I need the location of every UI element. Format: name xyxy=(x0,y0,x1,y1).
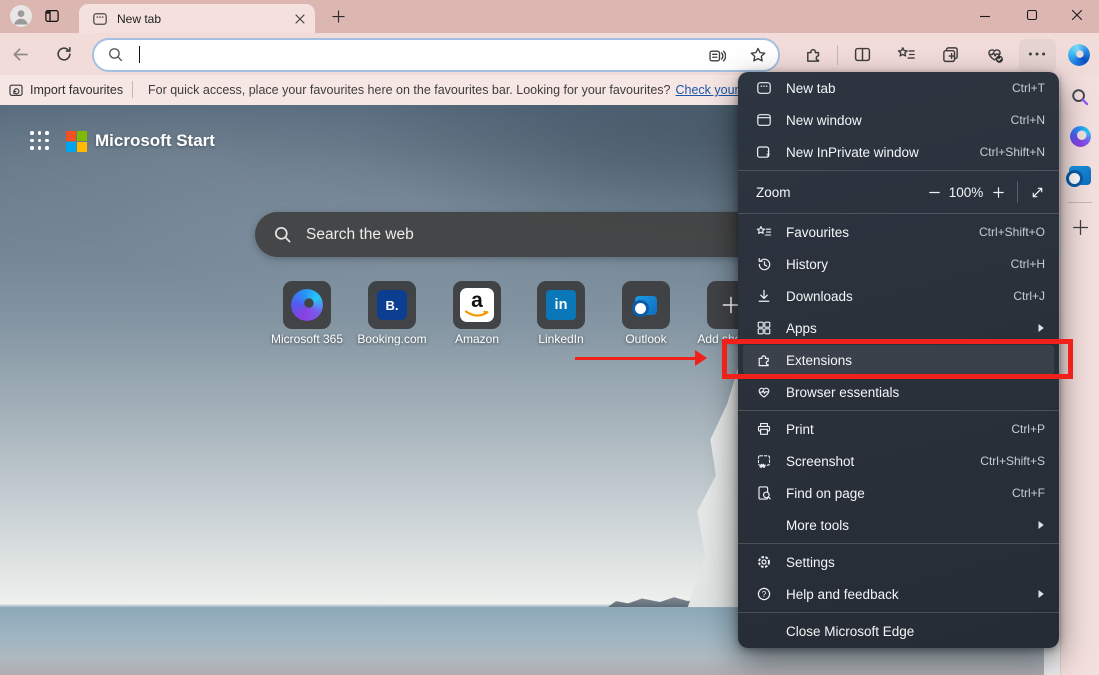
new-tab-page-icon xyxy=(92,11,108,27)
shortcut-tile-microsoft-365[interactable] xyxy=(283,281,331,329)
amazon-icon: a xyxy=(460,288,494,322)
shortcut-tile-linkedin[interactable]: in xyxy=(537,281,585,329)
split-screen-icon[interactable] xyxy=(853,45,872,64)
menu-item-new-window[interactable]: New window Ctrl+N xyxy=(738,104,1059,136)
menu-item-history[interactable]: History Ctrl+H xyxy=(738,248,1059,280)
microsoft-365-icon xyxy=(291,289,323,321)
import-favourites-button[interactable]: Import favourites xyxy=(30,83,123,97)
import-favourites-icon xyxy=(8,82,24,98)
find-on-page-icon xyxy=(756,485,772,501)
favbar-message-row: For quick access, place your favourites … xyxy=(148,83,749,97)
toolbar-divider xyxy=(837,45,838,65)
history-icon xyxy=(756,256,772,272)
tab-new-tab[interactable]: New tab xyxy=(79,4,315,33)
menu-item-print[interactable]: Print Ctrl+P xyxy=(738,413,1059,445)
menu-item-close-microsoft-edge[interactable]: Close Microsoft Edge xyxy=(738,615,1059,647)
sidebar-divider xyxy=(1068,202,1092,203)
microsoft-logo xyxy=(66,131,87,152)
menu-item-favourites[interactable]: Favourites Ctrl+Shift+O xyxy=(738,216,1059,248)
booking-icon: B. xyxy=(377,290,407,320)
favourites-icon xyxy=(756,224,772,240)
sidebar-add-icon[interactable] xyxy=(1072,219,1089,236)
settings-gear-icon xyxy=(756,554,772,570)
outlook-icon xyxy=(635,296,657,315)
shortcut-tile-outlook[interactable] xyxy=(622,281,670,329)
zoom-out-button[interactable] xyxy=(926,184,942,200)
sidebar-outlook-icon[interactable] xyxy=(1069,166,1091,185)
search-placeholder: Search the web xyxy=(306,226,414,244)
menu-item-downloads[interactable]: Downloads Ctrl+J xyxy=(738,280,1059,312)
favbar-divider xyxy=(132,81,133,98)
extensions-toolbar-icon[interactable] xyxy=(804,45,823,64)
workspaces-icon[interactable] xyxy=(44,8,60,24)
address-search-icon xyxy=(107,46,124,63)
menu-item-help-and-feedback[interactable]: ? Help and feedback xyxy=(738,578,1059,610)
shortcut-tile-booking[interactable]: B. xyxy=(368,281,416,329)
back-icon[interactable] xyxy=(11,45,30,64)
sidebar-search-icon[interactable] xyxy=(1070,87,1090,107)
browser-essentials-toolbar-icon[interactable] xyxy=(985,45,1004,64)
submenu-chevron-icon xyxy=(1037,589,1045,599)
tab-close-icon[interactable] xyxy=(295,14,305,24)
minimize-button[interactable] xyxy=(979,10,991,22)
web-search-input[interactable]: Search the web xyxy=(255,212,760,257)
screenshot-icon xyxy=(756,453,772,469)
copilot-icon[interactable] xyxy=(1068,44,1090,66)
annotation-highlight-box xyxy=(722,339,1073,379)
new-tab-icon xyxy=(756,80,772,96)
more-ellipsis-icon xyxy=(1028,51,1046,57)
favbar-message: For quick access, place your favourites … xyxy=(148,83,671,97)
menu-item-more-tools[interactable]: More tools xyxy=(738,509,1059,541)
zoom-label: Zoom xyxy=(756,185,791,200)
inprivate-icon: ē xyxy=(756,144,772,160)
menu-item-screenshot[interactable]: Screenshot Ctrl+Shift+S xyxy=(738,445,1059,477)
read-aloud-icon[interactable] xyxy=(708,46,726,64)
zoom-value: 100% xyxy=(942,185,990,200)
print-icon xyxy=(756,421,772,437)
collections-icon[interactable] xyxy=(941,45,960,64)
fullscreen-button[interactable] xyxy=(1029,184,1045,200)
text-caret xyxy=(139,46,140,63)
menu-item-settings[interactable]: Settings xyxy=(738,546,1059,578)
svg-text:?: ? xyxy=(762,589,767,599)
new-window-icon xyxy=(756,112,772,128)
submenu-chevron-icon xyxy=(1037,323,1045,333)
annotation-arrow-shaft xyxy=(575,357,697,361)
menu-item-new-tab[interactable]: New tab Ctrl+T xyxy=(738,72,1059,104)
refresh-icon[interactable] xyxy=(55,45,73,63)
favourites-list-icon[interactable] xyxy=(897,45,916,64)
profile-avatar[interactable] xyxy=(10,5,32,27)
submenu-chevron-icon xyxy=(1037,520,1045,530)
sidebar-microsoft-365-icon[interactable] xyxy=(1070,126,1091,147)
zoom-in-button[interactable] xyxy=(990,184,1006,200)
maximize-button[interactable] xyxy=(1026,9,1038,21)
annotation-arrow-head xyxy=(695,350,707,366)
menu-item-new-inprivate-window[interactable]: ē New InPrivate window Ctrl+Shift+N xyxy=(738,136,1059,168)
svg-text:ē: ē xyxy=(766,150,770,159)
new-tab-button[interactable] xyxy=(331,9,346,24)
tab-title: New tab xyxy=(117,12,161,26)
menu-item-zoom: Zoom 100% xyxy=(738,173,1059,211)
apps-icon xyxy=(756,320,772,336)
favourite-star-icon[interactable] xyxy=(749,46,767,64)
zoom-divider xyxy=(1017,181,1018,203)
linkedin-icon: in xyxy=(546,290,576,320)
app-launcher-waffle-icon[interactable] xyxy=(30,131,50,151)
page-title: Microsoft Start xyxy=(95,131,215,151)
blank-icon xyxy=(756,623,772,639)
address-bar[interactable] xyxy=(92,38,780,72)
amazon-smile xyxy=(464,310,490,319)
menu-item-find-on-page[interactable]: Find on page Ctrl+F xyxy=(738,477,1059,509)
shortcut-tile-amazon[interactable]: a xyxy=(453,281,501,329)
blank-icon xyxy=(756,517,772,533)
search-icon xyxy=(273,225,292,244)
browser-essentials-icon xyxy=(756,384,772,400)
downloads-icon xyxy=(756,288,772,304)
menu-item-browser-essentials[interactable]: Browser essentials xyxy=(738,376,1059,408)
close-window-button[interactable] xyxy=(1071,9,1083,21)
browser-window: Microsoft Start Search the web B. a in M… xyxy=(0,0,1099,675)
help-icon: ? xyxy=(756,586,772,602)
